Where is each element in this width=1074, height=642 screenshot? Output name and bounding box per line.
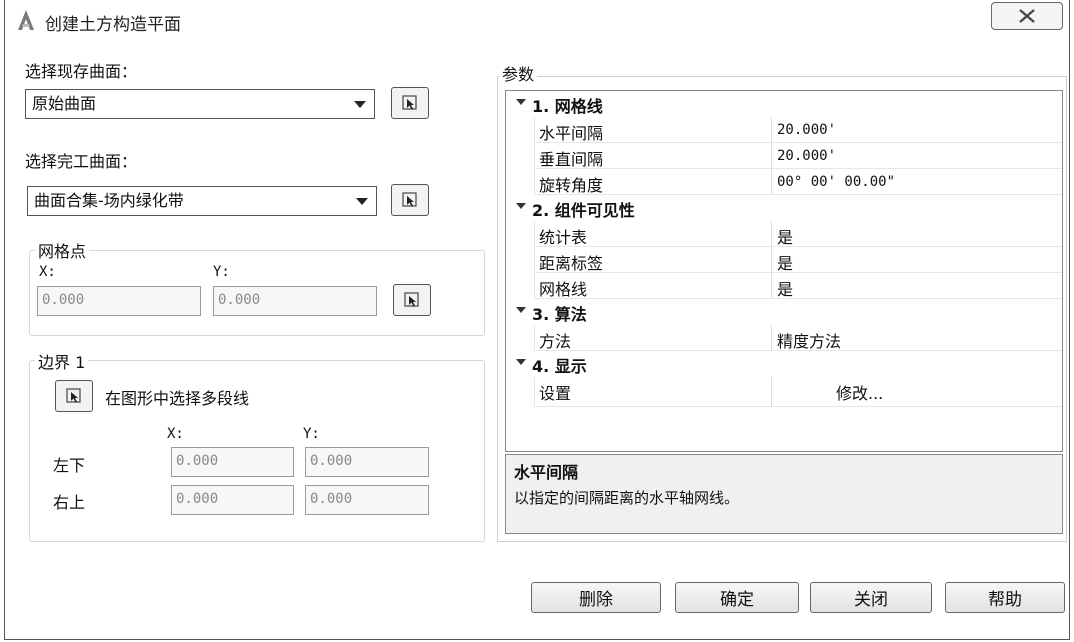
property-value[interactable]: 是 [772, 273, 1062, 299]
parameters-title: 参数 [499, 61, 538, 85]
collapse-triangle-icon[interactable] [516, 307, 526, 313]
modify-settings-button[interactable]: 修改... [772, 377, 1062, 407]
grid-point-y-input[interactable]: 0.000 [213, 286, 377, 316]
lower-left-label: 左下 [53, 456, 86, 475]
category-row-component-visibility[interactable]: 2. 组件可见性 [506, 195, 1062, 221]
existing-surface-value: 原始曲面 [32, 94, 97, 113]
property-row[interactable]: 旋转角度 00° 00' 00.00" [506, 169, 1062, 195]
collapse-triangle-icon[interactable] [516, 359, 526, 365]
chevron-down-icon [354, 101, 366, 108]
upper-right-y-input[interactable]: 0.000 [305, 485, 429, 515]
property-row[interactable]: 网格线 是 [506, 273, 1062, 299]
finished-surface-select[interactable]: 曲面合集-场内绿化带 [27, 186, 377, 216]
property-key: 设置 [534, 377, 772, 407]
close-icon [1019, 9, 1035, 23]
lower-left-y-input[interactable]: 0.000 [305, 447, 429, 477]
upper-right-label: 右上 [53, 493, 86, 512]
pick-from-drawing-icon [66, 388, 81, 403]
collapse-triangle-icon[interactable] [516, 203, 526, 209]
collapse-triangle-icon[interactable] [516, 99, 526, 105]
window-title: 创建土方构造平面 [45, 15, 181, 35]
boundary-x-label: X: [167, 426, 184, 442]
property-value[interactable]: 是 [772, 221, 1062, 247]
pick-grid-point-button[interactable] [393, 284, 431, 316]
pick-from-drawing-icon [402, 192, 417, 207]
close-window-button[interactable] [991, 2, 1063, 30]
grid-point-x-input[interactable]: 0.000 [37, 286, 201, 316]
property-key: 网格线 [534, 273, 772, 299]
finished-surface-label: 选择完工曲面： [25, 152, 138, 171]
category-row-grid-lines[interactable]: 1. 网格线 [506, 91, 1062, 117]
property-grid: 1. 网格线 水平间隔 20.000' 垂直间隔 20.000' 旋转角度 00… [505, 90, 1063, 452]
grid-point-title: 网格点 [35, 238, 90, 262]
category-row-display[interactable]: 4. 显示 [506, 351, 1062, 377]
close-button[interactable]: 关闭 [810, 582, 932, 613]
pick-polyline-button[interactable] [55, 380, 93, 412]
autocad-icon [18, 10, 34, 30]
chevron-down-icon [356, 198, 368, 205]
property-value[interactable]: 20.000' [772, 143, 1062, 169]
pick-polyline-label: 在图形中选择多段线 [105, 389, 250, 408]
lower-left-x-input[interactable]: 0.000 [171, 447, 294, 477]
pick-from-drawing-icon [402, 95, 417, 110]
property-value[interactable]: 是 [772, 247, 1062, 273]
ok-button[interactable]: 确定 [675, 582, 799, 613]
property-row[interactable]: 设置 修改... [506, 377, 1062, 407]
property-key: 垂直间隔 [534, 143, 772, 169]
property-row[interactable]: 垂直间隔 20.000' [506, 143, 1062, 169]
property-row[interactable]: 方法 精度方法 [506, 325, 1062, 351]
existing-surface-label: 选择现存曲面： [25, 62, 138, 81]
property-key: 方法 [534, 325, 772, 351]
delete-button[interactable]: 删除 [531, 582, 661, 613]
existing-surface-select[interactable]: 原始曲面 [25, 89, 375, 119]
grid-point-y-label: Y: [213, 264, 230, 280]
property-value[interactable]: 00° 00' 00.00" [772, 169, 1062, 195]
description-panel: 水平间隔 以指定的间隔距离的水平轴网线。 [505, 454, 1063, 534]
pick-finished-surface-button[interactable] [391, 184, 429, 216]
boundary-y-label: Y: [303, 426, 320, 442]
upper-right-x-input[interactable]: 0.000 [171, 485, 294, 515]
category-row-algorithm[interactable]: 3. 算法 [506, 299, 1062, 325]
property-key: 旋转角度 [534, 169, 772, 195]
property-row[interactable]: 水平间隔 20.000' [506, 117, 1062, 143]
pick-existing-surface-button[interactable] [391, 87, 429, 119]
property-key: 距离标签 [534, 247, 772, 273]
finished-surface-value: 曲面合集-场内绿化带 [34, 191, 184, 210]
pick-from-drawing-icon [404, 292, 419, 307]
property-value[interactable]: 20.000' [772, 117, 1062, 143]
property-key: 水平间隔 [534, 117, 772, 143]
property-row[interactable]: 距离标签 是 [506, 247, 1062, 273]
boundary-title: 边界 1 [35, 349, 89, 373]
property-row[interactable]: 统计表 是 [506, 221, 1062, 247]
property-key: 统计表 [534, 221, 772, 247]
description-title: 水平间隔 [514, 463, 579, 482]
title-bar: 创建土方构造平面 [5, 0, 1069, 42]
description-text: 以指定的间隔距离的水平轴网线。 [514, 489, 740, 507]
grid-point-x-label: X: [39, 264, 56, 280]
create-earthwork-dialog: 创建土方构造平面 选择现存曲面： 原始曲面 选择完工曲面： 曲面合集-场内绿化带… [4, 0, 1070, 640]
property-value[interactable]: 精度方法 [772, 325, 1062, 351]
help-button[interactable]: 帮助 [945, 582, 1065, 613]
